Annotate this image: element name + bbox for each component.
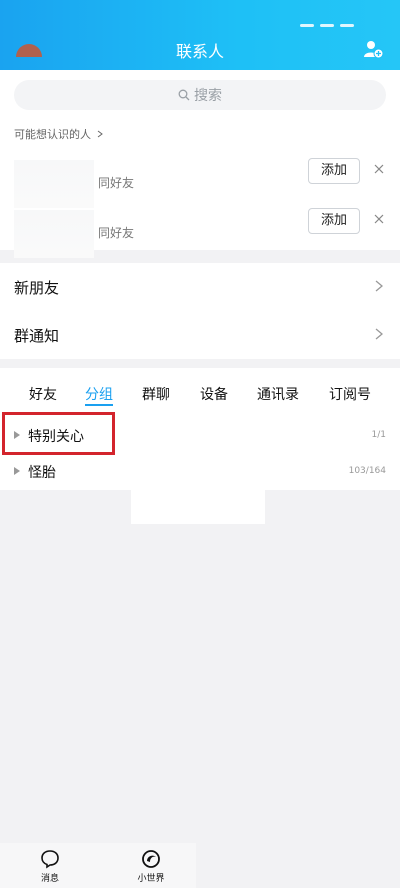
search-placeholder: 搜索 [194,88,222,104]
page-title: 联系人 [175,42,224,61]
may-know-link[interactable]: 可能想认识的人 [14,126,103,142]
message-bubble-icon [41,850,59,869]
tab-friends[interactable]: 好友 [29,384,57,404]
close-icon[interactable] [372,212,386,226]
world-orb-icon [142,850,160,868]
search-icon [178,89,190,101]
suggestion-item: 同好友 添加 [0,158,400,208]
suggestion-subtitle: 同好友 [98,176,135,190]
highlight-box [2,412,115,455]
suggestion-item: 同好友 添加 [0,208,400,258]
suggestion-avatar[interactable] [14,160,94,208]
new-friends-label: 新朋友 [14,279,60,297]
search-input[interactable]: 搜索 [14,80,386,110]
new-friends-row[interactable]: 新朋友 [0,263,400,311]
tab-address-book[interactable]: 通讯录 [257,384,299,404]
chevron-right-icon [375,280,384,292]
status-bar-icons [300,12,360,27]
add-friend-button[interactable]: 添加 [308,208,360,234]
tab-subscriptions[interactable]: 订阅号 [329,384,371,404]
nav-world-label: 小世界 [137,874,165,884]
expand-triangle-icon [14,467,20,475]
group-row[interactable]: 怪胎 103/164 [0,457,400,487]
group-count: 103/164 [348,466,386,476]
suggestion-avatar[interactable] [14,210,94,258]
suggestion-subtitle: 同好友 [98,226,135,240]
nav-messages-label: 消息 [40,874,59,884]
tab-devices[interactable]: 设备 [200,384,228,404]
group-notice-row[interactable]: 群通知 [0,311,400,359]
active-tab-indicator [85,404,113,406]
close-icon[interactable] [372,162,386,176]
nav-messages[interactable]: 消息 [25,849,75,884]
tab-groups[interactable]: 分组 [85,384,113,404]
add-friend-button[interactable]: 添加 [308,158,360,184]
add-contact-icon[interactable] [362,38,384,60]
group-notice-label: 群通知 [14,327,60,345]
chevron-right-icon [375,328,384,340]
nav-world[interactable]: 小世界 [126,849,176,884]
tab-group-chats[interactable]: 群聊 [142,384,170,404]
chevron-right-icon [97,130,103,138]
group-count: 1/1 [371,430,386,440]
group-name: 怪胎 [28,465,56,481]
blank-card [131,490,265,524]
